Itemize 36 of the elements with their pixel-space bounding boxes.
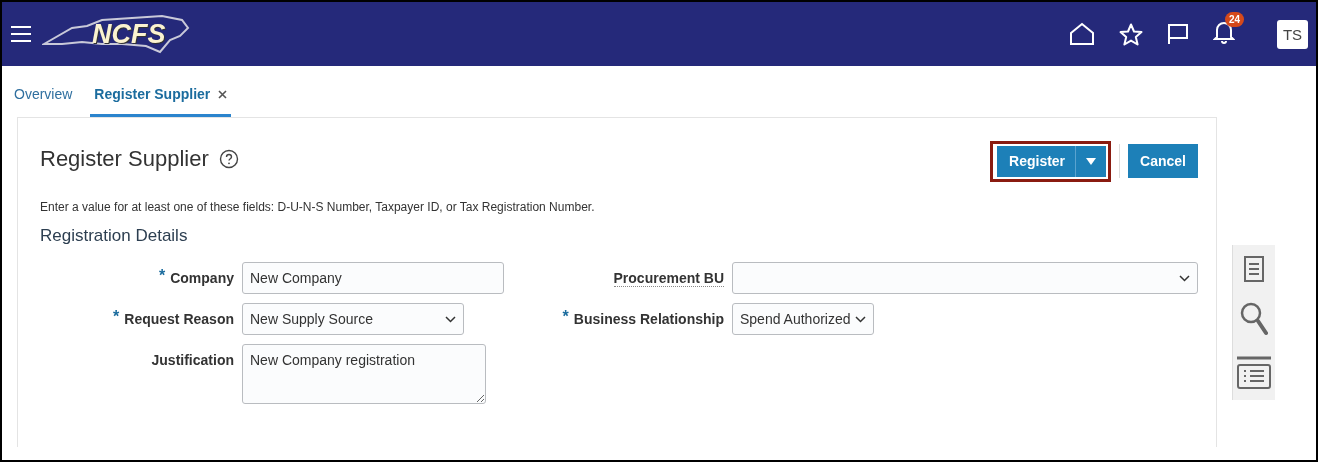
required-mark: * xyxy=(562,308,569,326)
required-mark: * xyxy=(113,308,120,326)
page-title: Register Supplier xyxy=(40,146,209,172)
flag-icon[interactable] xyxy=(1167,23,1189,45)
field-label: Request Reason xyxy=(124,311,234,327)
list-icon[interactable] xyxy=(1236,356,1272,391)
notification-badge: 24 xyxy=(1225,12,1245,27)
close-icon[interactable] xyxy=(218,89,228,99)
logo[interactable]: NCFS xyxy=(42,12,192,56)
field-label: Business Relationship xyxy=(573,311,724,327)
menu-icon[interactable] xyxy=(10,25,32,43)
required-mark: * xyxy=(158,267,166,285)
field-label: Company xyxy=(170,270,234,286)
chevron-icon xyxy=(855,315,866,323)
search-icon[interactable] xyxy=(1240,302,1268,337)
text-field[interactable]: New Company xyxy=(242,262,504,294)
dropdown-field[interactable] xyxy=(732,262,1198,294)
dropdown-field[interactable]: Spend Authorized xyxy=(732,303,874,335)
star-icon[interactable] xyxy=(1119,22,1143,46)
user-avatar[interactable]: TS xyxy=(1277,19,1308,49)
dropdown-field[interactable]: New Supply Source xyxy=(242,303,464,335)
tab[interactable]: Register Supplier xyxy=(90,86,232,117)
home-icon[interactable] xyxy=(1069,22,1095,46)
text-area[interactable]: New Company registration xyxy=(242,344,486,404)
split-button[interactable]: Register xyxy=(990,140,1112,182)
cancel-button[interactable]: Cancel xyxy=(1128,144,1198,178)
chevron-icon xyxy=(1179,274,1190,282)
field-label: Justification xyxy=(151,352,234,368)
field-label: Procurement BU xyxy=(613,269,724,287)
instruction-text: Enter a value for at least one of these fields: D-U-N-S Number, Taxpayer ID, or Tax Registration Number. xyxy=(40,200,596,214)
caret-icon xyxy=(1086,157,1097,165)
section-heading: Registration Details xyxy=(40,226,189,246)
tab[interactable]: Overview xyxy=(10,86,77,117)
help-icon[interactable] xyxy=(218,149,239,169)
chevron-icon xyxy=(445,315,456,323)
document-icon[interactable] xyxy=(1243,254,1265,283)
